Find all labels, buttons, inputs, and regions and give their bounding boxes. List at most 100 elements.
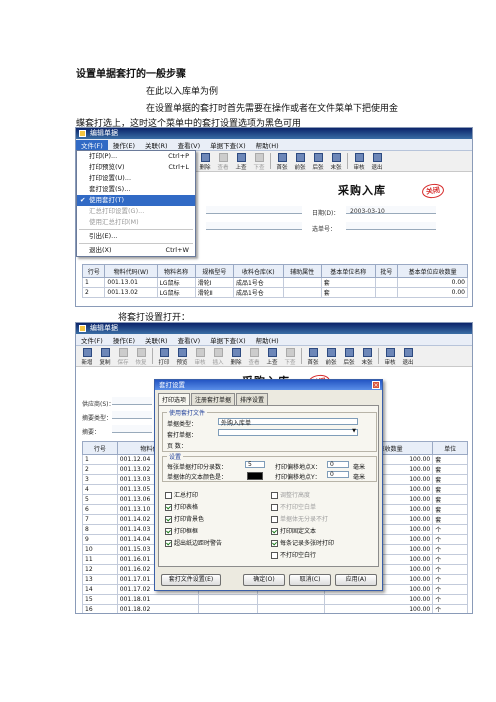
summary-type-field[interactable] [112, 411, 152, 419]
audit-button[interactable]: 审核 [350, 153, 368, 171]
tab-sort-settings[interactable]: 排序设置 [236, 393, 269, 405]
menu-operation[interactable]: 操作(E) [108, 335, 140, 345]
menu-item-summary-print-setup[interactable]: 汇总打印设置(G)... [77, 206, 195, 217]
menu-link[interactable]: 关联(R) [140, 335, 173, 345]
first-record-button[interactable]: 首张 [304, 348, 322, 366]
column-header[interactable]: 批号 [374, 264, 399, 278]
column-header[interactable]: 物料名称 [156, 264, 196, 278]
view-button[interactable]: 查看 [245, 348, 263, 366]
table-row[interactable]: 16 001.18.02 100.00 个 [82, 604, 468, 613]
menu-item-print[interactable]: 打印(P)... Ctrl+P [77, 151, 195, 162]
menu-file[interactable]: 文件(F) [76, 139, 108, 150]
exit-button[interactable]: 退出 [399, 348, 417, 366]
text-color-swatch[interactable] [247, 472, 263, 480]
copy-button[interactable]: 复制 [96, 348, 114, 366]
checkbox-summary-print[interactable]: 汇总打印 [165, 490, 198, 499]
last-record-button[interactable]: 末张 [358, 348, 376, 366]
toolbar-button[interactable]: 删除 [196, 153, 214, 171]
column-header[interactable]: 行号 [81, 264, 106, 278]
column-header[interactable]: 物料代码(W) [104, 264, 158, 278]
first-record-button[interactable]: 首张 [273, 153, 291, 171]
table-row[interactable]: 1 001.13.01 LG鼠标 滑轮Ⅰ 成品1号仓 套 0.00 [81, 277, 468, 288]
preview-button[interactable]: 预览 [173, 348, 191, 366]
column-header[interactable]: 基本单位名称 [320, 264, 376, 278]
menu-view[interactable]: 查看(V) [173, 335, 206, 345]
audit-button[interactable]: 审核 [381, 348, 399, 366]
next-record-button[interactable]: 后张 [309, 153, 327, 171]
menu-item-use-summary-print[interactable]: 使用汇总打印(M) [77, 217, 195, 228]
template-select[interactable]: ▼ [218, 428, 358, 436]
menu-file[interactable]: 文件(F) [76, 335, 108, 345]
checkbox-multi-page-print[interactable]: 每条记录多张时打印 [271, 538, 334, 547]
checkbox-print-frame[interactable]: 打印框框 [165, 526, 198, 535]
print-button[interactable]: 打印 [155, 348, 173, 366]
offset-y-input[interactable]: 0 [327, 471, 349, 478]
menu-link[interactable]: 关联(R) [140, 140, 173, 150]
menu-item-template-setup[interactable]: 套打设置(S)... [77, 184, 195, 195]
checkbox-skip-blank-rows[interactable]: 不打印空白行 [271, 550, 316, 559]
next-record-button[interactable]: 后张 [340, 348, 358, 366]
new-button[interactable]: 新增 [78, 348, 96, 366]
template-file-settings-button[interactable]: 套打文件设置(E) [161, 574, 221, 586]
tab-print-options[interactable]: 打印选项 [158, 393, 191, 405]
ok-button[interactable]: 确定(O) [243, 574, 285, 586]
form-title: 采购入库 [338, 184, 386, 197]
menu-drilldown[interactable]: 单据下查(X) [205, 140, 251, 150]
checkbox-print-background[interactable]: 打印背景色 [165, 514, 204, 523]
source-field[interactable] [346, 222, 436, 230]
checkbox-print-fixed-text[interactable]: 打印固定文本 [271, 526, 316, 535]
print-icon [159, 348, 169, 357]
table-row[interactable]: 2 001.13.02 LG鼠标 滑轮Ⅱ 成品1号仓 套 0.00 [81, 287, 468, 298]
summary-field[interactable] [112, 425, 152, 433]
form-field[interactable] [206, 206, 302, 214]
delete-button[interactable]: 删除 [227, 348, 245, 366]
menu-item-print-setup[interactable]: 打印设置(U)... [77, 173, 195, 184]
drilldown-button[interactable]: 下查 [281, 348, 299, 366]
cancel-button[interactable]: 取消(C) [289, 574, 331, 586]
checkbox-print-grid[interactable]: 打印表格 [165, 502, 198, 511]
prev-record-button[interactable]: 前张 [322, 348, 340, 366]
file-menu-dropdown: 打印(P)... Ctrl+P 打印预览(V) Ctrl+L 打印设置(U)... … [76, 150, 196, 257]
prev-record-button[interactable]: 前张 [291, 153, 309, 171]
column-header[interactable]: 行号 [82, 441, 118, 455]
screenshot-file-menu: 编辑单据 文件(F) 操作(E) 关联(R) 查看(V) 单据下查(X) 帮助(… [75, 127, 473, 307]
menu-item-exit[interactable]: 退出(X) Ctrl+W [77, 245, 195, 256]
column-header[interactable]: 收料仓库(K) [232, 264, 284, 278]
doc-type-input[interactable]: 外购入库单 [218, 418, 358, 427]
menu-operation[interactable]: 操作(E) [108, 140, 140, 150]
column-header[interactable]: 规格型号 [194, 264, 234, 278]
offset-x-input[interactable]: 0 [327, 461, 349, 468]
exit-button[interactable]: 退出 [368, 153, 386, 171]
drillup-button[interactable]: 上查 [263, 348, 281, 366]
cell-unit: 套 [320, 287, 376, 298]
checkbox-margin-warning[interactable]: 超出纸边距时警告 [165, 538, 222, 547]
restore-button[interactable]: 恢复 [132, 348, 150, 366]
rows-per-page-input[interactable]: 5 [245, 461, 265, 468]
menu-item-use-template[interactable]: ✔ 使用套打(T) [77, 195, 195, 206]
table-row[interactable]: 15 001.18.01 100.00 个 [82, 594, 468, 605]
toolbar-button[interactable]: 查看 [214, 153, 232, 171]
tab-register-template[interactable]: 注册套打单据 [191, 393, 236, 405]
toolbar-button[interactable]: 下查 [250, 153, 268, 171]
form-field[interactable] [206, 222, 302, 230]
column-header[interactable]: 单位 [432, 441, 468, 455]
checkbox-adjust-row-height[interactable]: 调整行高度 [271, 490, 310, 499]
last-record-button[interactable]: 末张 [327, 153, 345, 171]
supplier-field[interactable] [112, 397, 152, 405]
toolbar-button[interactable]: 上查 [232, 153, 250, 171]
checkbox-skip-blank-doc[interactable]: 不打印空白单 [271, 502, 316, 511]
checkbox-skip-no-entries[interactable]: 单据体无分录不打 [271, 514, 328, 523]
menu-item-export[interactable]: 引出(E)... [77, 231, 195, 242]
menu-help[interactable]: 帮助(H) [251, 335, 284, 345]
apply-button[interactable]: 应用(A) [335, 574, 377, 586]
menu-drilldown[interactable]: 单据下查(X) [205, 335, 251, 345]
menu-item-print-preview[interactable]: 打印预览(V) Ctrl+L [77, 162, 195, 173]
toolbar-button[interactable]: 审核 [191, 348, 209, 366]
menu-view[interactable]: 查看(V) [173, 140, 206, 150]
close-icon[interactable]: × [372, 381, 380, 389]
column-header[interactable]: 辅助属性 [282, 264, 322, 278]
insert-button[interactable]: 插入 [209, 348, 227, 366]
column-header[interactable]: 基本单位应收数量 [397, 264, 468, 278]
save-button[interactable]: 保存 [114, 348, 132, 366]
menu-help[interactable]: 帮助(H) [251, 140, 284, 150]
